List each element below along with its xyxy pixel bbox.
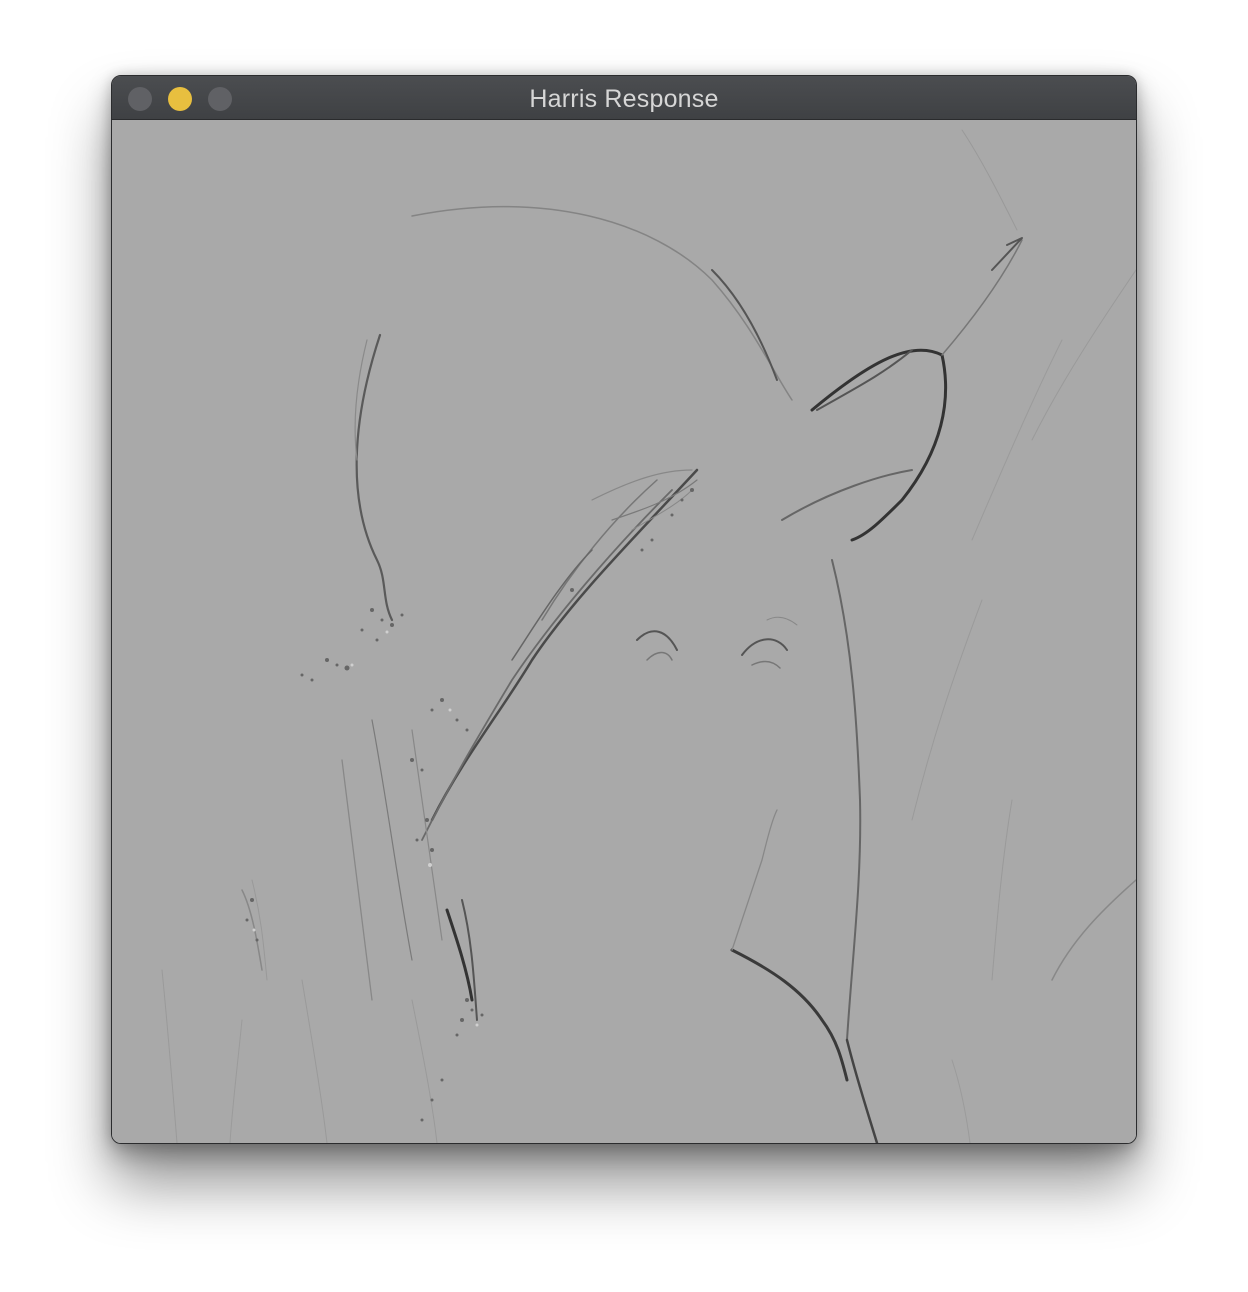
edge-map-canvas [112,120,1136,1143]
app-window: Harris Response [111,75,1137,1144]
title-bar[interactable]: Harris Response [112,76,1136,120]
window-title: Harris Response [529,85,719,113]
harris-response-image [112,120,1136,1143]
